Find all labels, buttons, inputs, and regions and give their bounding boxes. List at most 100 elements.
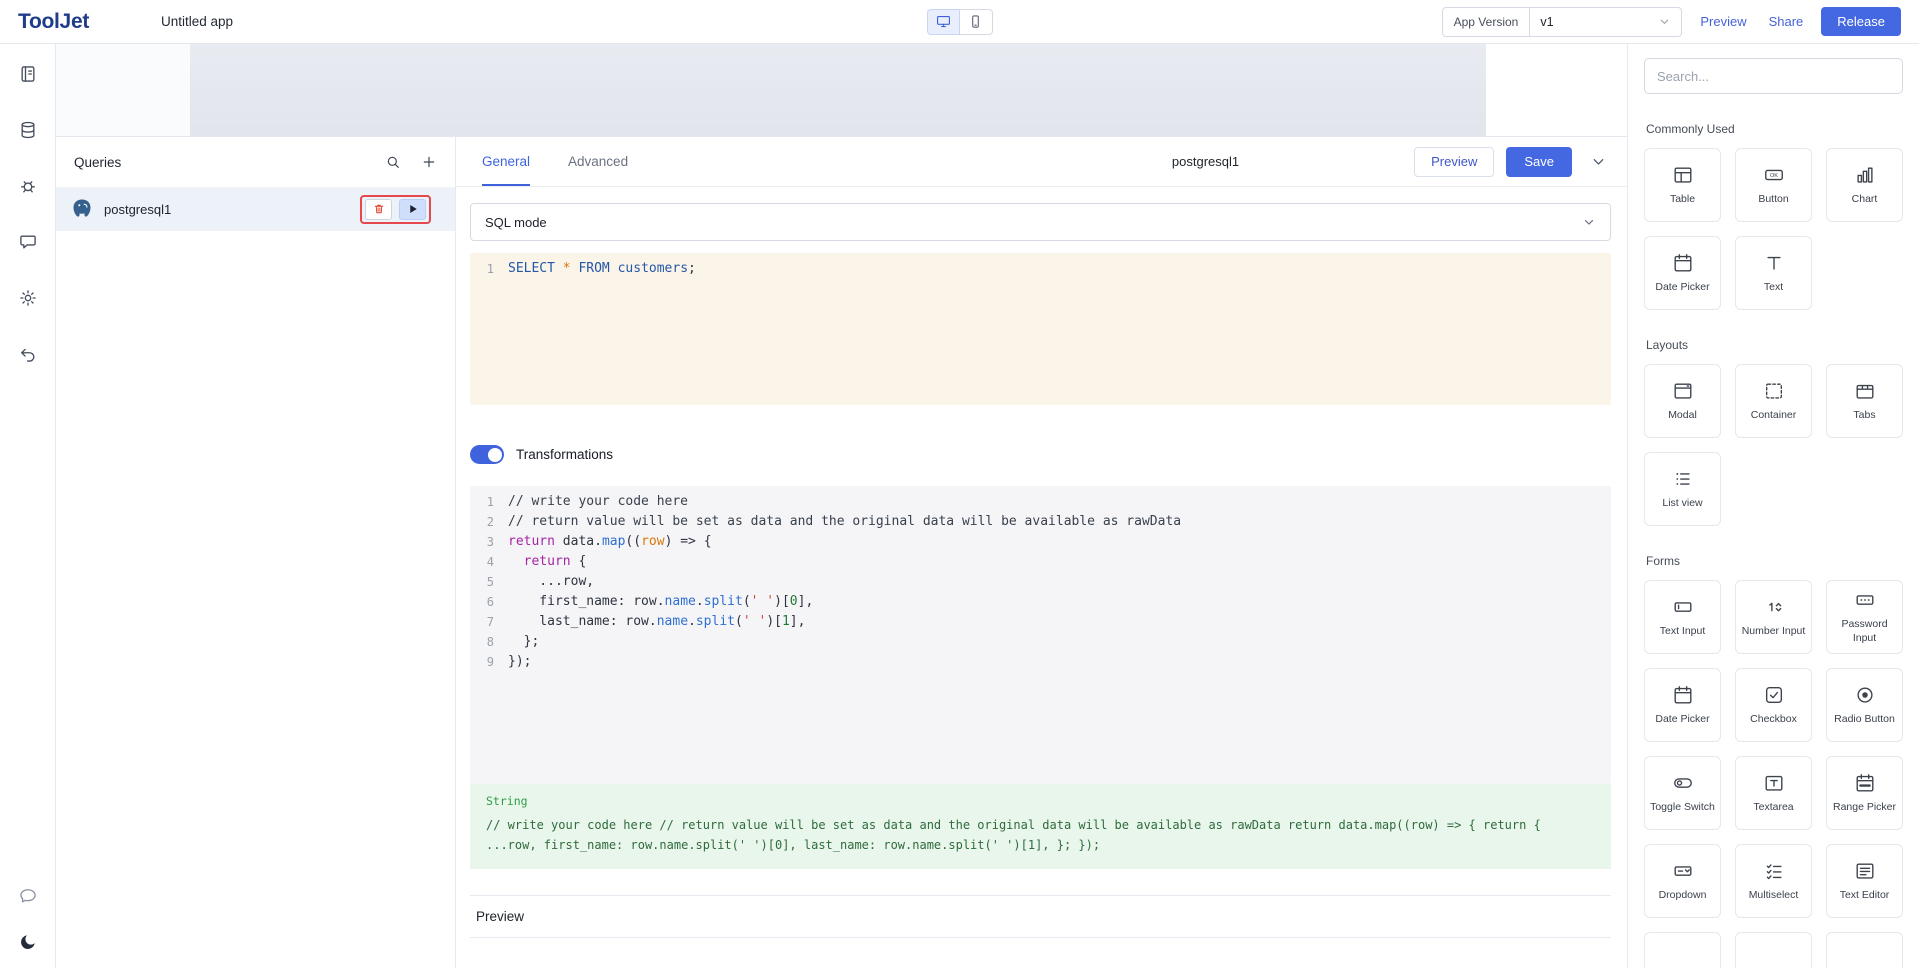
transformation-result: String // write your code here // return…: [470, 784, 1611, 869]
line-number: 8: [470, 632, 508, 652]
component-card-container[interactable]: Container: [1735, 364, 1812, 438]
component-card-dropdown[interactable]: Dropdown: [1644, 844, 1721, 918]
list-view-icon: [1672, 468, 1694, 490]
component-card-text-input[interactable]: Text Input: [1644, 580, 1721, 654]
query-save-button[interactable]: Save: [1506, 147, 1572, 177]
editor-header-actions: postgresql1 Preview Save: [1172, 137, 1607, 186]
collapse-panel-icon[interactable]: [1590, 153, 1607, 170]
code-line: 1// write your code here: [470, 492, 1611, 512]
component-card-chart[interactable]: Chart: [1826, 148, 1903, 222]
component-label: Tabs: [1853, 409, 1875, 422]
component-search-input[interactable]: [1644, 58, 1903, 94]
monitor-icon: [936, 14, 951, 29]
search-icon[interactable]: [385, 154, 401, 170]
header-actions: App Version v1 Preview Share Release: [1442, 7, 1901, 37]
component-card-text[interactable]: Text: [1735, 236, 1812, 310]
share-button[interactable]: Share: [1765, 10, 1808, 33]
component-card-toggle-switch[interactable]: Toggle Switch: [1644, 756, 1721, 830]
query-preview-button[interactable]: Preview: [1414, 147, 1494, 177]
sidebar-bottom: [18, 886, 38, 952]
toggle-icon: [1672, 772, 1694, 794]
component-label: Dropdown: [1659, 889, 1707, 902]
component-card-number-input[interactable]: Number Input: [1735, 580, 1812, 654]
canvas-area[interactable]: [190, 44, 1486, 136]
debugger-icon[interactable]: [18, 176, 38, 196]
checkbox-icon: [1763, 684, 1785, 706]
component-card-partial[interactable]: [1826, 932, 1903, 968]
line-number: 1: [470, 259, 508, 279]
add-query-icon[interactable]: [421, 154, 437, 170]
component-label: Container: [1751, 409, 1797, 422]
component-card-date-picker[interactable]: Date Picker: [1644, 668, 1721, 742]
component-card-checkbox[interactable]: Checkbox: [1735, 668, 1812, 742]
component-card-table[interactable]: Table: [1644, 148, 1721, 222]
component-label: Date Picker: [1655, 281, 1709, 294]
component-card-text-editor[interactable]: Text Editor: [1826, 844, 1903, 918]
datasources-icon[interactable]: [18, 120, 38, 140]
line-number: 7: [470, 612, 508, 632]
component-card-list-view[interactable]: List view: [1644, 452, 1721, 526]
version-select[interactable]: v1: [1530, 7, 1682, 37]
calendar-icon: [1672, 684, 1694, 706]
desktop-view-button[interactable]: [927, 9, 960, 35]
component-card-partial[interactable]: [1644, 932, 1721, 968]
text-input-icon: [1672, 596, 1694, 618]
component-card-button[interactable]: OKButton: [1735, 148, 1812, 222]
top-header: ToolJet Untitled app App Version v1 Prev…: [0, 0, 1919, 44]
code-line: 1SELECT * FROM customers;: [470, 259, 1611, 279]
pages-icon[interactable]: [18, 64, 38, 84]
delete-query-button[interactable]: [365, 199, 392, 220]
section-title-layouts: Layouts: [1646, 338, 1901, 352]
run-query-button[interactable]: [399, 199, 426, 220]
release-button[interactable]: Release: [1821, 7, 1901, 36]
query-list-item[interactable]: postgresql1: [56, 187, 455, 231]
app-name[interactable]: Untitled app: [161, 14, 233, 29]
component-card-partial[interactable]: [1735, 932, 1812, 968]
undo-icon[interactable]: [18, 344, 38, 364]
queries-panel: Queries postgresql1: [56, 137, 456, 968]
component-card-textarea[interactable]: Textarea: [1735, 756, 1812, 830]
radio-icon: [1854, 684, 1876, 706]
query-editor-body: SQL mode 1SELECT * FROM customers; Trans…: [456, 187, 1627, 968]
transformations-label: Transformations: [516, 447, 613, 462]
query-name: postgresql1: [104, 202, 171, 217]
comments-icon[interactable]: [18, 886, 38, 906]
component-card-multiselect[interactable]: Multiselect: [1735, 844, 1812, 918]
line-number: 4: [470, 552, 508, 572]
mobile-view-button[interactable]: [960, 9, 993, 35]
tab-advanced[interactable]: Advanced: [568, 137, 628, 186]
tab-general[interactable]: General: [482, 137, 530, 186]
query-editor-panel: General Advanced postgresql1 Preview Sav…: [456, 137, 1627, 968]
chevron-down-icon: [1582, 215, 1596, 229]
component-card-tabs[interactable]: Tabs: [1826, 364, 1903, 438]
component-card-range-picker[interactable]: Range Picker: [1826, 756, 1903, 830]
version-value: v1: [1540, 15, 1553, 29]
multiselect-icon: [1763, 860, 1785, 882]
component-card-date-picker[interactable]: Date Picker: [1644, 236, 1721, 310]
sql-code-editor[interactable]: 1SELECT * FROM customers;: [470, 253, 1611, 405]
transformations-code-editor[interactable]: 1// write your code here2// return value…: [470, 486, 1611, 784]
line-number: 1: [470, 492, 508, 512]
sql-mode-select[interactable]: SQL mode: [470, 203, 1611, 241]
tooljet-logo[interactable]: ToolJet: [18, 10, 89, 34]
settings-icon[interactable]: [18, 288, 38, 308]
chevron-down-icon: [1658, 15, 1671, 28]
preview-app-button[interactable]: Preview: [1696, 10, 1750, 33]
component-card-modal[interactable]: Modal: [1644, 364, 1721, 438]
toggle-knob: [488, 448, 502, 462]
trash-icon: [373, 203, 385, 215]
chat-icon[interactable]: [18, 232, 38, 252]
line-number: 3: [470, 532, 508, 552]
transformations-toggle[interactable]: [470, 445, 504, 464]
code-line: 2// return value will be set as data and…: [470, 512, 1611, 532]
section-title-commonly-used: Commonly Used: [1646, 122, 1901, 136]
component-label: Text Input: [1660, 625, 1706, 638]
component-card-password-input[interactable]: Password Input: [1826, 580, 1903, 654]
component-label: Button: [1758, 193, 1788, 206]
sql-mode-value: SQL mode: [485, 215, 547, 230]
component-card-radio-button[interactable]: Radio Button: [1826, 668, 1903, 742]
dark-mode-icon[interactable]: [18, 932, 38, 952]
bottom-panels: Queries postgresql1: [56, 136, 1627, 968]
code-line: 8 };: [470, 632, 1611, 652]
app-canvas[interactable]: [56, 44, 1627, 136]
